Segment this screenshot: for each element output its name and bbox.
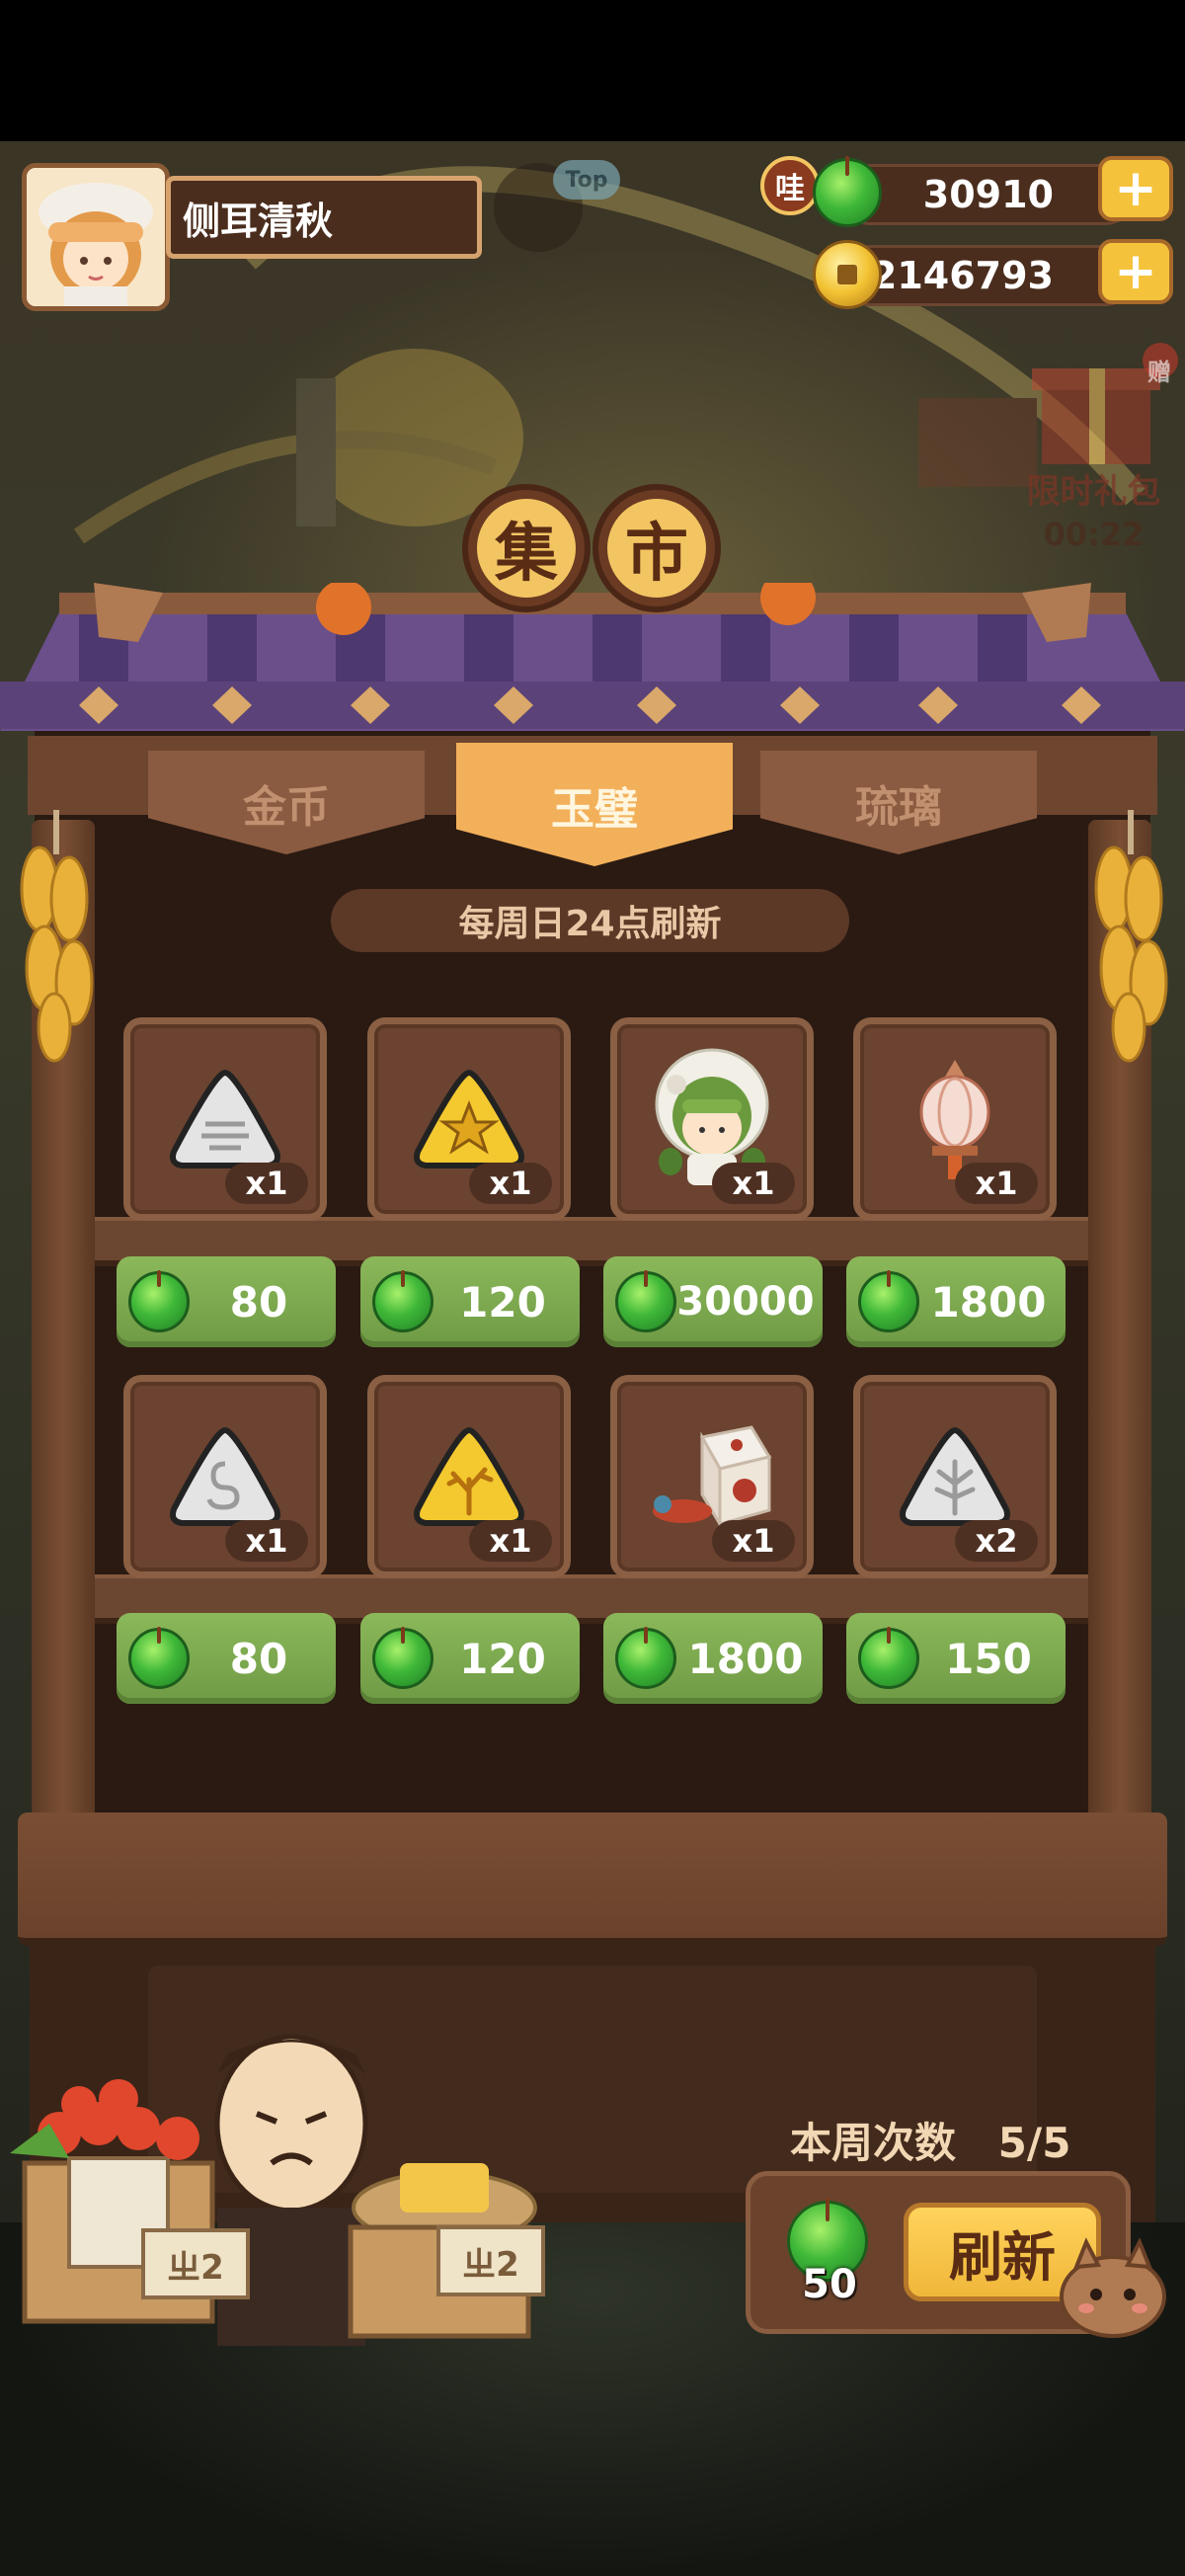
price-button-8[interactable]: 150 xyxy=(846,1613,1066,1704)
player-name: 侧耳清秋 xyxy=(166,176,482,259)
gold-star-tile-icon xyxy=(414,1069,524,1168)
promo-badge: 赠 xyxy=(1147,359,1171,386)
jade-coin-icon xyxy=(615,1271,676,1332)
price-button-5[interactable]: 80 xyxy=(117,1613,336,1704)
corn-right-icon xyxy=(1094,810,1168,1063)
item-qty: x1 xyxy=(712,1163,795,1204)
market-sign-left: 集 xyxy=(462,484,591,612)
price-value: 80 xyxy=(229,1277,288,1327)
market-sign-right: 市 xyxy=(592,484,721,612)
game-screen: 侧耳清秋 Top 30910 哇 + 52146793 + 赠 限时礼包 00:… xyxy=(0,0,1185,2576)
jade-coin-icon xyxy=(128,1628,190,1689)
jade-coin-icon xyxy=(372,1628,434,1689)
shopkeeper-scene xyxy=(10,2034,537,2346)
jade-coin-icon xyxy=(372,1271,434,1332)
refresh-schedule-note: 每周日24点刷新 xyxy=(331,889,849,952)
item-slot-3[interactable]: x1 xyxy=(610,1017,814,1221)
counter-top xyxy=(18,1812,1167,1946)
item-qty: x1 xyxy=(469,1163,552,1204)
item-slot-1[interactable]: x1 xyxy=(123,1017,327,1221)
item-slot-5[interactable]: x1 xyxy=(123,1375,327,1578)
crate-tag-2: ㄓ2 xyxy=(436,2225,545,2296)
item-qty: x1 xyxy=(225,1163,308,1204)
weekly-refresh-counter: 本周次数 5/5 xyxy=(790,2110,1070,2170)
item-slot-2[interactable]: x1 xyxy=(367,1017,571,1221)
item-qty: x1 xyxy=(955,1163,1038,1204)
price-value: 1800 xyxy=(930,1277,1047,1327)
price-button-2[interactable]: 120 xyxy=(360,1256,580,1347)
gold-coral-tile-icon xyxy=(414,1426,524,1526)
price-button-1[interactable]: 80 xyxy=(117,1256,336,1347)
top-badge: Top xyxy=(553,160,620,200)
girl-chef-avatar-icon xyxy=(27,168,165,306)
jade-coin-icon xyxy=(858,1628,919,1689)
weekly-refresh-count: 5/5 xyxy=(997,2119,1071,2167)
price-value: 1800 xyxy=(687,1634,804,1683)
price-value: 150 xyxy=(945,1634,1032,1683)
price-button-4[interactable]: 1800 xyxy=(846,1256,1066,1347)
item-qty: x1 xyxy=(225,1520,308,1562)
price-value: 30000 xyxy=(676,1279,815,1325)
jade-coin-icon xyxy=(813,158,882,227)
refresh-cost: 50 xyxy=(802,2262,857,2307)
item-qty: x1 xyxy=(712,1520,795,1562)
item-qty: x2 xyxy=(955,1520,1038,1562)
add-jade-button[interactable]: + xyxy=(1098,156,1173,221)
crate-tag-1: ㄓ2 xyxy=(141,2228,250,2299)
price-value: 120 xyxy=(459,1634,546,1683)
market-sign-char-2: 市 xyxy=(607,499,706,598)
weekly-refresh-label: 本周次数 xyxy=(790,2119,957,2167)
gold-currency-bar: 52146793 xyxy=(839,245,1136,306)
jade-coin-icon xyxy=(615,1628,676,1689)
silver-wave-tile-icon xyxy=(170,1069,280,1168)
price-value: 80 xyxy=(229,1634,288,1683)
price-button-7[interactable]: 1800 xyxy=(603,1613,823,1704)
promo-label: 限时礼包 xyxy=(1026,472,1161,512)
player-avatar[interactable] xyxy=(22,163,170,311)
corn-left-icon xyxy=(20,810,94,1063)
item-slot-8[interactable]: x2 xyxy=(853,1375,1057,1578)
add-gold-button[interactable]: + xyxy=(1098,239,1173,304)
item-qty: x1 xyxy=(469,1520,552,1562)
silver-leaf-tile-icon xyxy=(900,1426,1010,1526)
dice-toy-decoration-icon xyxy=(653,1425,772,1530)
market-sign-char-1: 集 xyxy=(477,499,576,598)
jade-coin-icon xyxy=(128,1271,190,1332)
price-button-3[interactable]: 30000 xyxy=(603,1256,823,1347)
jade-currency-value: 30910 xyxy=(922,173,1054,216)
gold-coin-icon xyxy=(813,240,882,309)
jade-currency-bar: 30910 xyxy=(839,164,1136,225)
item-slot-7[interactable]: x1 xyxy=(610,1375,814,1578)
market-roof xyxy=(0,583,1185,731)
bun-mascot-icon xyxy=(1060,2237,1166,2338)
item-slot-6[interactable]: x1 xyxy=(367,1375,571,1578)
price-value: 120 xyxy=(459,1277,546,1327)
promo-timer: 00:22 xyxy=(1043,516,1145,553)
item-slot-4[interactable]: x1 xyxy=(853,1017,1057,1221)
jade-currency-label: 哇 xyxy=(760,156,820,215)
jade-coin-icon xyxy=(858,1271,919,1332)
silver-spiral-tile-icon xyxy=(170,1426,280,1526)
price-button-6[interactable]: 120 xyxy=(360,1613,580,1704)
